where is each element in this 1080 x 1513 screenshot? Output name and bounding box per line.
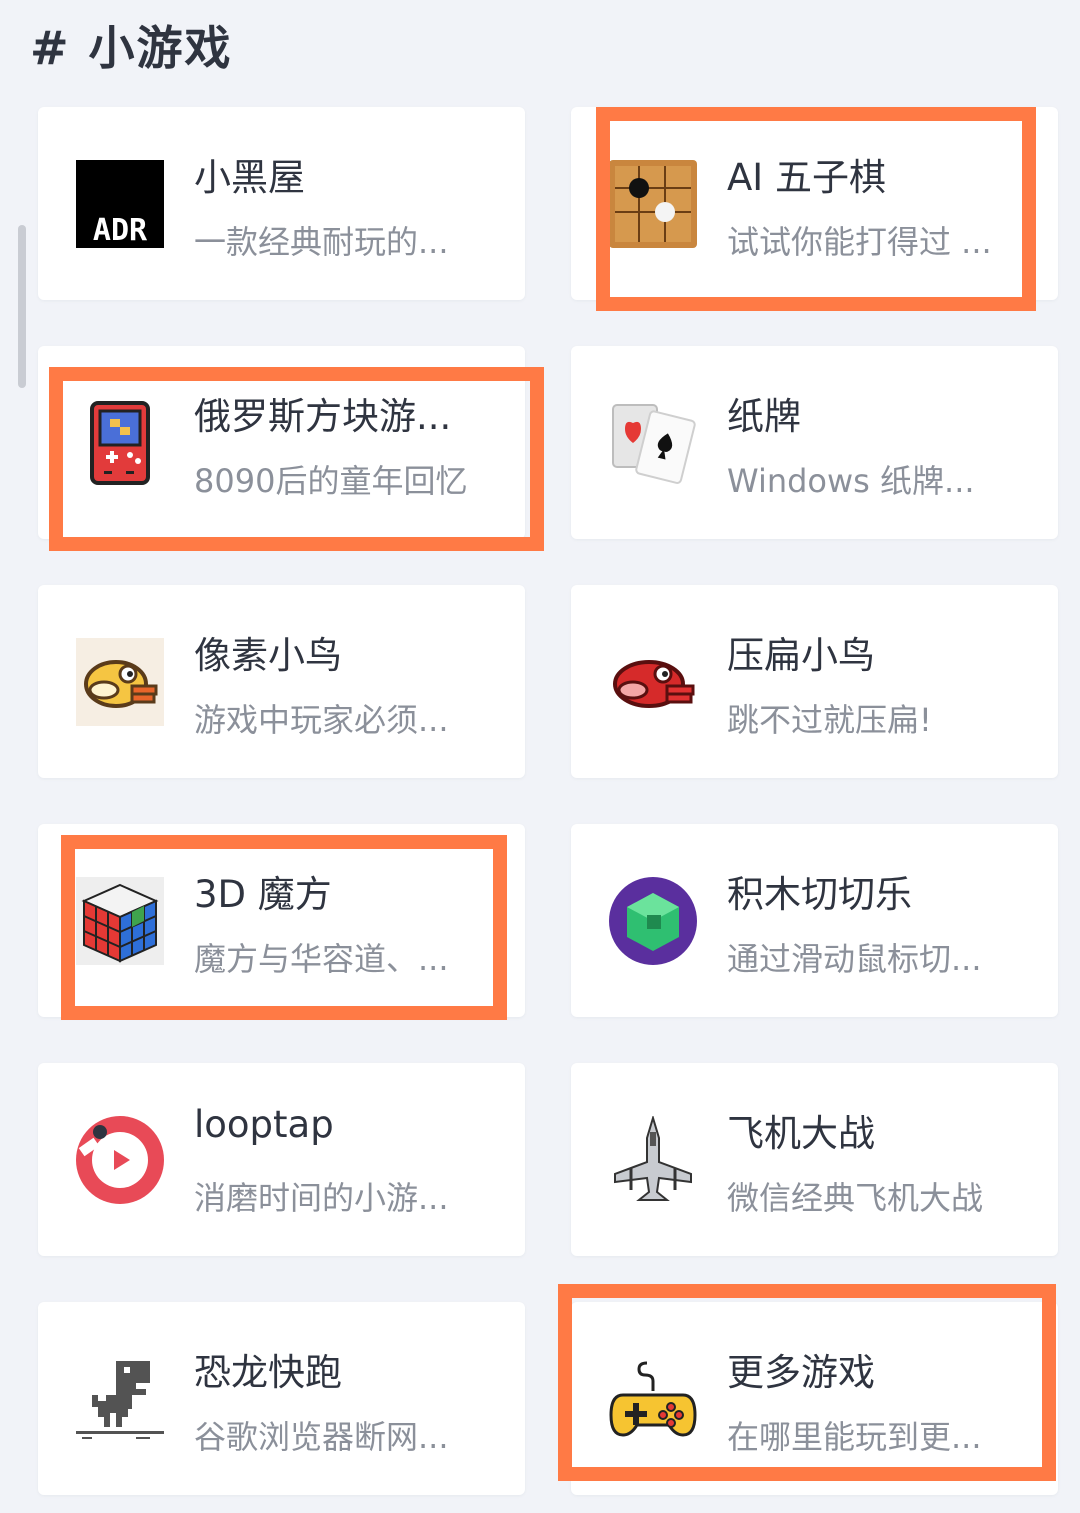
game-title: 3D 魔方 [194,873,332,916]
game-title: 恐龙快跑 [194,1351,342,1394]
game-desc: 微信经典飞机大战 [727,1179,984,1217]
game-card-rubiks-cube[interactable]: 3D 魔方 魔方与华容道、... [38,824,525,1017]
dinosaur-icon [76,1355,164,1443]
looptap-icon [76,1116,164,1204]
game-title: 纸牌 [727,395,801,438]
gomoku-board-icon [609,160,697,248]
game-title: 像素小鸟 [194,634,342,677]
game-card-pixel-bird[interactable]: 像素小鸟 游戏中玩家必须... [38,585,525,778]
playing-cards-icon [609,399,697,487]
pixel-bird-icon [76,638,164,726]
game-desc: 谷歌浏览器断网... [194,1418,449,1456]
game-desc: Windows 纸牌... [727,462,975,500]
game-title: 更多游戏 [727,1351,875,1394]
scrollbar[interactable] [18,225,26,388]
red-pixel-bird-icon [609,638,697,726]
game-card-looptap[interactable]: looptap 消磨时间的小游... [38,1063,525,1256]
game-card-ai-gomoku[interactable]: AI 五子棋 试试你能打得过 ... [571,107,1058,300]
game-card-more-games[interactable]: 更多游戏 在哪里能玩到更... [571,1302,1058,1495]
section-title-text: 小游戏 [88,21,233,75]
game-card-tetris[interactable]: 俄罗斯方块游... 8090后的童年回忆 [38,346,525,539]
game-desc: 在哪里能玩到更... [727,1418,982,1456]
game-title: 压扁小鸟 [727,634,875,677]
section-title: # 小游戏 [30,12,233,78]
game-desc: 通过滑动鼠标切... [727,940,982,978]
game-card-plane-war[interactable]: 飞机大战 微信经典飞机大战 [571,1063,1058,1256]
game-title: 俄罗斯方块游... [194,395,452,438]
game-desc: 试试你能打得过 ... [727,223,992,261]
game-desc: 游戏中玩家必须... [194,701,449,739]
game-desc: 一款经典耐玩的... [194,223,449,261]
game-card-xiaoheiwu[interactable]: ADR 小黑屋 一款经典耐玩的... [38,107,525,300]
game-card-block-slice[interactable]: 积木切切乐 通过滑动鼠标切... [571,824,1058,1017]
fighter-plane-icon [609,1116,697,1204]
game-desc: 跳不过就压扁! [727,701,932,739]
svg-text:ADR: ADR [93,213,148,248]
section-hash: # [30,21,71,75]
game-title: looptap [194,1103,334,1146]
block-slice-icon [609,877,697,965]
game-title: 小黑屋 [194,156,305,199]
adr-logo-icon: ADR [76,160,164,248]
game-card-solitaire[interactable]: 纸牌 Windows 纸牌... [571,346,1058,539]
game-title: 积木切切乐 [727,873,912,916]
tetris-console-icon [76,399,164,487]
game-desc: 魔方与华容道、... [194,940,449,978]
rubiks-cube-icon [76,877,164,965]
game-title: AI 五子棋 [727,156,886,199]
gamepad-icon [609,1355,697,1443]
game-title: 飞机大战 [727,1112,875,1155]
game-desc: 消磨时间的小游... [194,1179,449,1217]
game-card-dino-run[interactable]: 恐龙快跑 谷歌浏览器断网... [38,1302,525,1495]
game-desc: 8090后的童年回忆 [194,462,468,500]
game-card-squashed-bird[interactable]: 压扁小鸟 跳不过就压扁! [571,585,1058,778]
